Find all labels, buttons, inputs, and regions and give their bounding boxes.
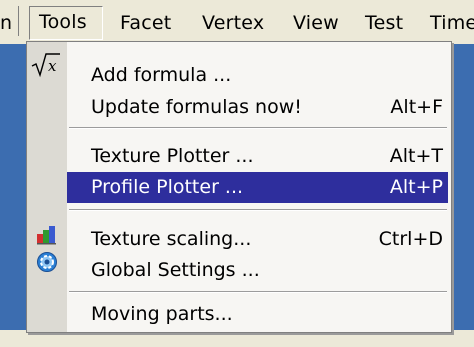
menu-item-add-formula[interactable]: Add formula ...: [67, 60, 448, 91]
menu-separator: [69, 209, 447, 211]
menu-separator: [69, 291, 447, 293]
menu-separator: [69, 127, 447, 129]
menu-icon-gutter: [27, 42, 67, 332]
menu-partial-left[interactable]: n: [0, 6, 12, 40]
sqrt-x-icon: x: [31, 52, 61, 83]
menu-item-label: Add formula ...: [91, 64, 232, 86]
menu-bar: n Tools Facet Vertex View Test Time: [0, 0, 474, 44]
menu-facet[interactable]: Facet: [120, 6, 171, 40]
menu-item-label: Update formulas now!: [91, 96, 302, 118]
menu-item-label: Global Settings ...: [91, 259, 260, 281]
menu-item-moving-parts[interactable]: Moving parts...: [67, 299, 448, 330]
svg-text:x: x: [48, 57, 57, 75]
menu-item-shortcut: Ctrl+D: [378, 228, 443, 250]
menu-item-label: Moving parts...: [91, 303, 233, 325]
menu-item-label: Texture Plotter ...: [91, 145, 254, 167]
menu-item-global-settings[interactable]: Global Settings ...: [67, 255, 448, 286]
menu-view[interactable]: View: [293, 6, 339, 40]
menu-item-shortcut: Alt+P: [389, 176, 443, 198]
menu-item-label: Texture scaling...: [91, 228, 252, 250]
menu-item-texture-plotter[interactable]: Texture Plotter ... Alt+T: [67, 141, 448, 172]
menubar-divider: [18, 6, 19, 36]
menu-item-shortcut: Alt+T: [389, 145, 443, 167]
menu-item-label: Profile Plotter ...: [91, 176, 244, 198]
tools-dropdown-menu: x Add formula ... Update formulas now! A…: [26, 41, 452, 333]
menu-item-texture-scaling[interactable]: Texture scaling... Ctrl+D: [67, 224, 448, 255]
menu-time[interactable]: Time: [430, 6, 474, 40]
menu-item-profile-plotter[interactable]: Profile Plotter ... Alt+P: [67, 172, 448, 203]
menu-tools[interactable]: Tools: [29, 6, 103, 40]
gear-icon: [36, 251, 58, 278]
bar-chart-icon: [36, 225, 58, 250]
menu-vertex[interactable]: Vertex: [202, 6, 264, 40]
menu-test[interactable]: Test: [365, 6, 403, 40]
menu-item-shortcut: Alt+F: [390, 96, 443, 118]
menu-item-update-formulas[interactable]: Update formulas now! Alt+F: [67, 92, 448, 123]
